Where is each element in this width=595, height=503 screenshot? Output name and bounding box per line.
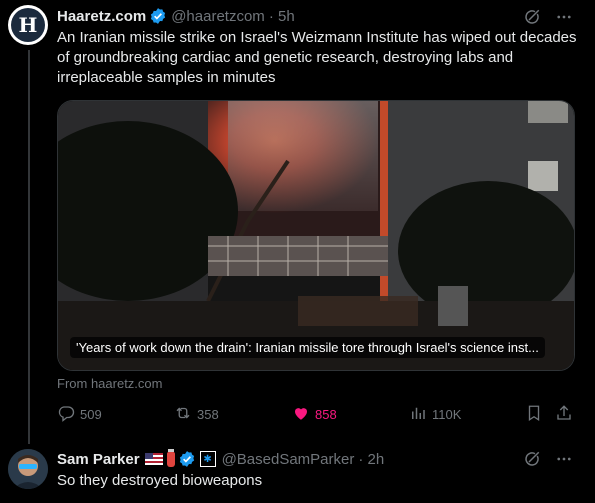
tweet-text: An Iranian missile strike on Israel's We… (57, 29, 577, 86)
bookmark-icon (525, 404, 543, 425)
share-button[interactable] (555, 404, 573, 425)
like-count: 858 (315, 407, 337, 422)
grok-icon[interactable] (523, 450, 541, 473)
reply-text: So they destroyed bioweapons (57, 472, 263, 489)
reply-count: 509 (80, 407, 102, 422)
verified-icon (149, 7, 167, 25)
author-handle[interactable]: @haaretzcom (171, 8, 265, 25)
views-count: 110K (432, 407, 462, 422)
tweet-time[interactable]: · 5h (269, 8, 295, 25)
thread-line (28, 50, 30, 444)
reply-author-handle[interactable]: @BasedSamParker (222, 451, 355, 468)
card-source[interactable]: From haaretz.com (57, 376, 162, 391)
reply-header: Sam Parker ✱ @BasedSamParker · 2h (57, 448, 384, 468)
views-button[interactable]: 110K (409, 404, 461, 425)
views-icon (409, 404, 427, 425)
tweet-header: Haaretz.com @haaretzcom · 5h (57, 7, 295, 25)
repost-count: 358 (197, 407, 219, 422)
affiliate-badge-icon[interactable]: ✱ (199, 451, 216, 467)
reply-header-actions (523, 450, 573, 473)
fire-extinguisher-icon (166, 448, 175, 467)
share-icon (555, 404, 573, 425)
haaretz-avatar[interactable]: H (8, 5, 48, 45)
reply-icon (57, 404, 75, 425)
reply-button[interactable]: 509 (57, 404, 102, 425)
sam-parker-avatar[interactable] (8, 449, 48, 489)
avatar-image (8, 449, 48, 489)
repost-icon (174, 404, 192, 425)
link-card[interactable]: 'Years of work down the drain': Iranian … (57, 100, 575, 371)
repost-button[interactable]: 358 (174, 404, 219, 425)
card-caption: 'Years of work down the drain': Iranian … (70, 337, 545, 358)
verified-icon (178, 450, 196, 468)
more-icon[interactable] (555, 450, 573, 473)
reply-time[interactable]: · 2h (358, 451, 384, 468)
tweet-actions: 509 358 858 110K (57, 404, 573, 426)
author-name[interactable]: Haaretz.com (57, 8, 146, 25)
reply-author-name[interactable]: Sam Parker (57, 451, 140, 468)
like-button[interactable]: 858 (292, 404, 337, 425)
us-flag-icon (144, 453, 163, 465)
bookmark-button[interactable] (525, 404, 543, 425)
haaretz-logo: H (11, 8, 45, 42)
heart-icon (292, 404, 310, 425)
card-image (58, 101, 574, 370)
